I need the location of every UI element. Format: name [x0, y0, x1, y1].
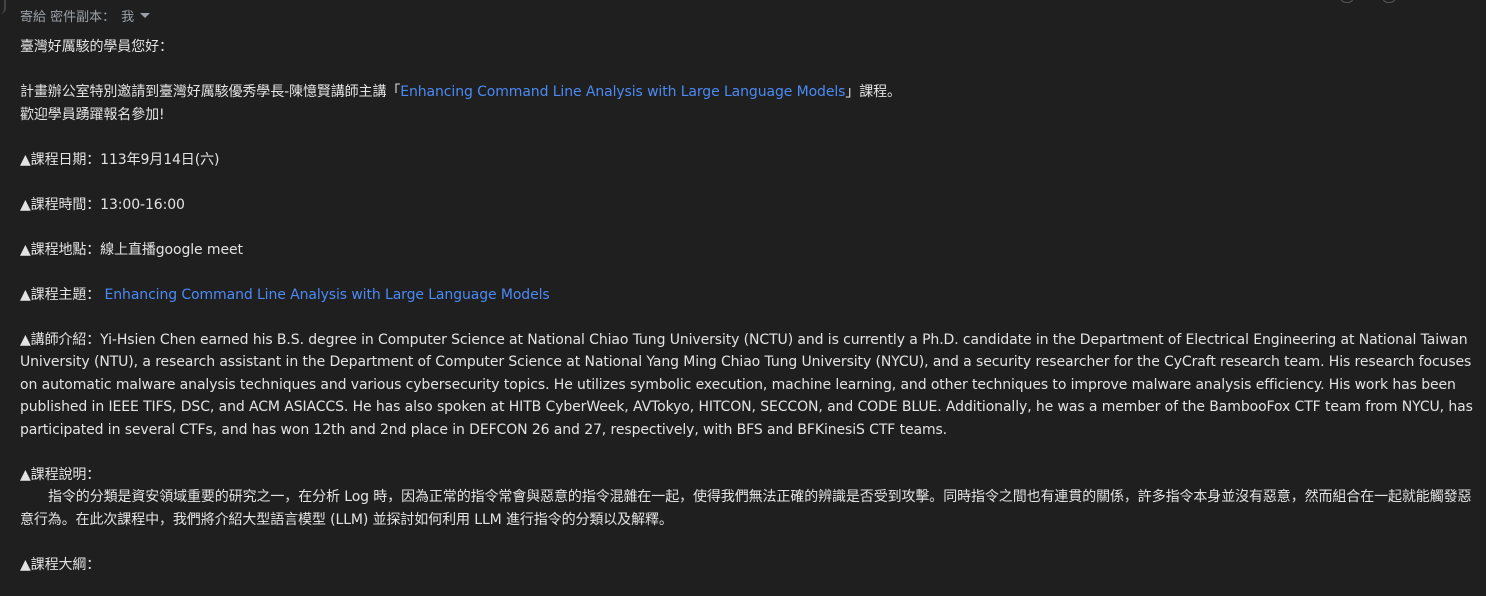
recipient-name: 我: [121, 9, 135, 25]
course-link[interactable]: Enhancing Command Line Analysis with Lar…: [400, 84, 845, 100]
recipients-label: 寄給 密件副本：: [20, 9, 116, 25]
reply-icon[interactable]: [1340, 0, 1354, 3]
intro-paragraph: 計畫辦公室特別邀請到臺灣好厲駭優秀學長-陳憶賢講師主講「Enhancing Co…: [20, 81, 1480, 104]
description-text: 指令的分類是資安領域重要的研究之一，在分析 Log 時，因為正常的指令常會與惡意…: [20, 489, 1472, 528]
toolbar-icons: [1340, 0, 1396, 3]
course-time: ▲課程時間：13:00-16:00: [20, 196, 185, 213]
more-options-icon[interactable]: [1382, 0, 1396, 3]
window-edge-decoration: [0, 0, 6, 14]
topic-link[interactable]: Enhancing Command Line Analysis with Lar…: [105, 287, 550, 303]
greeting: 臺灣好厲駭的學員您好：: [20, 39, 173, 55]
email-body: 臺灣好厲駭的學員您好： 計畫辦公室特別邀請到臺灣好厲駭優秀學長-陳憶賢講師主講「…: [20, 36, 1480, 576]
course-date: ▲課程日期：113年9月14日(六): [20, 151, 220, 168]
course-topic: ▲課程主題： Enhancing Command Line Analysis w…: [20, 284, 1480, 307]
course-location: ▲課程地點：線上直播google meet: [20, 241, 243, 258]
topic-label: ▲課程主題：: [20, 286, 101, 303]
instructor-intro: ▲講師介紹：Yi-Hsien Chen earned his B.S. degr…: [20, 331, 1473, 438]
recipients-row[interactable]: 寄給 密件副本： 我: [20, 5, 151, 25]
welcome-text: 歡迎學員踴躍報名參加!: [20, 106, 165, 123]
intro-prefix: 計畫辦公室特別邀請到臺灣好厲駭優秀學長-陳憶賢講師主講「: [20, 84, 401, 100]
chevron-down-icon[interactable]: [140, 12, 151, 18]
outline-label: ▲課程大綱：: [20, 556, 101, 573]
intro-suffix: 」課程。: [845, 84, 901, 100]
description-label: ▲課程說明：: [20, 466, 101, 483]
